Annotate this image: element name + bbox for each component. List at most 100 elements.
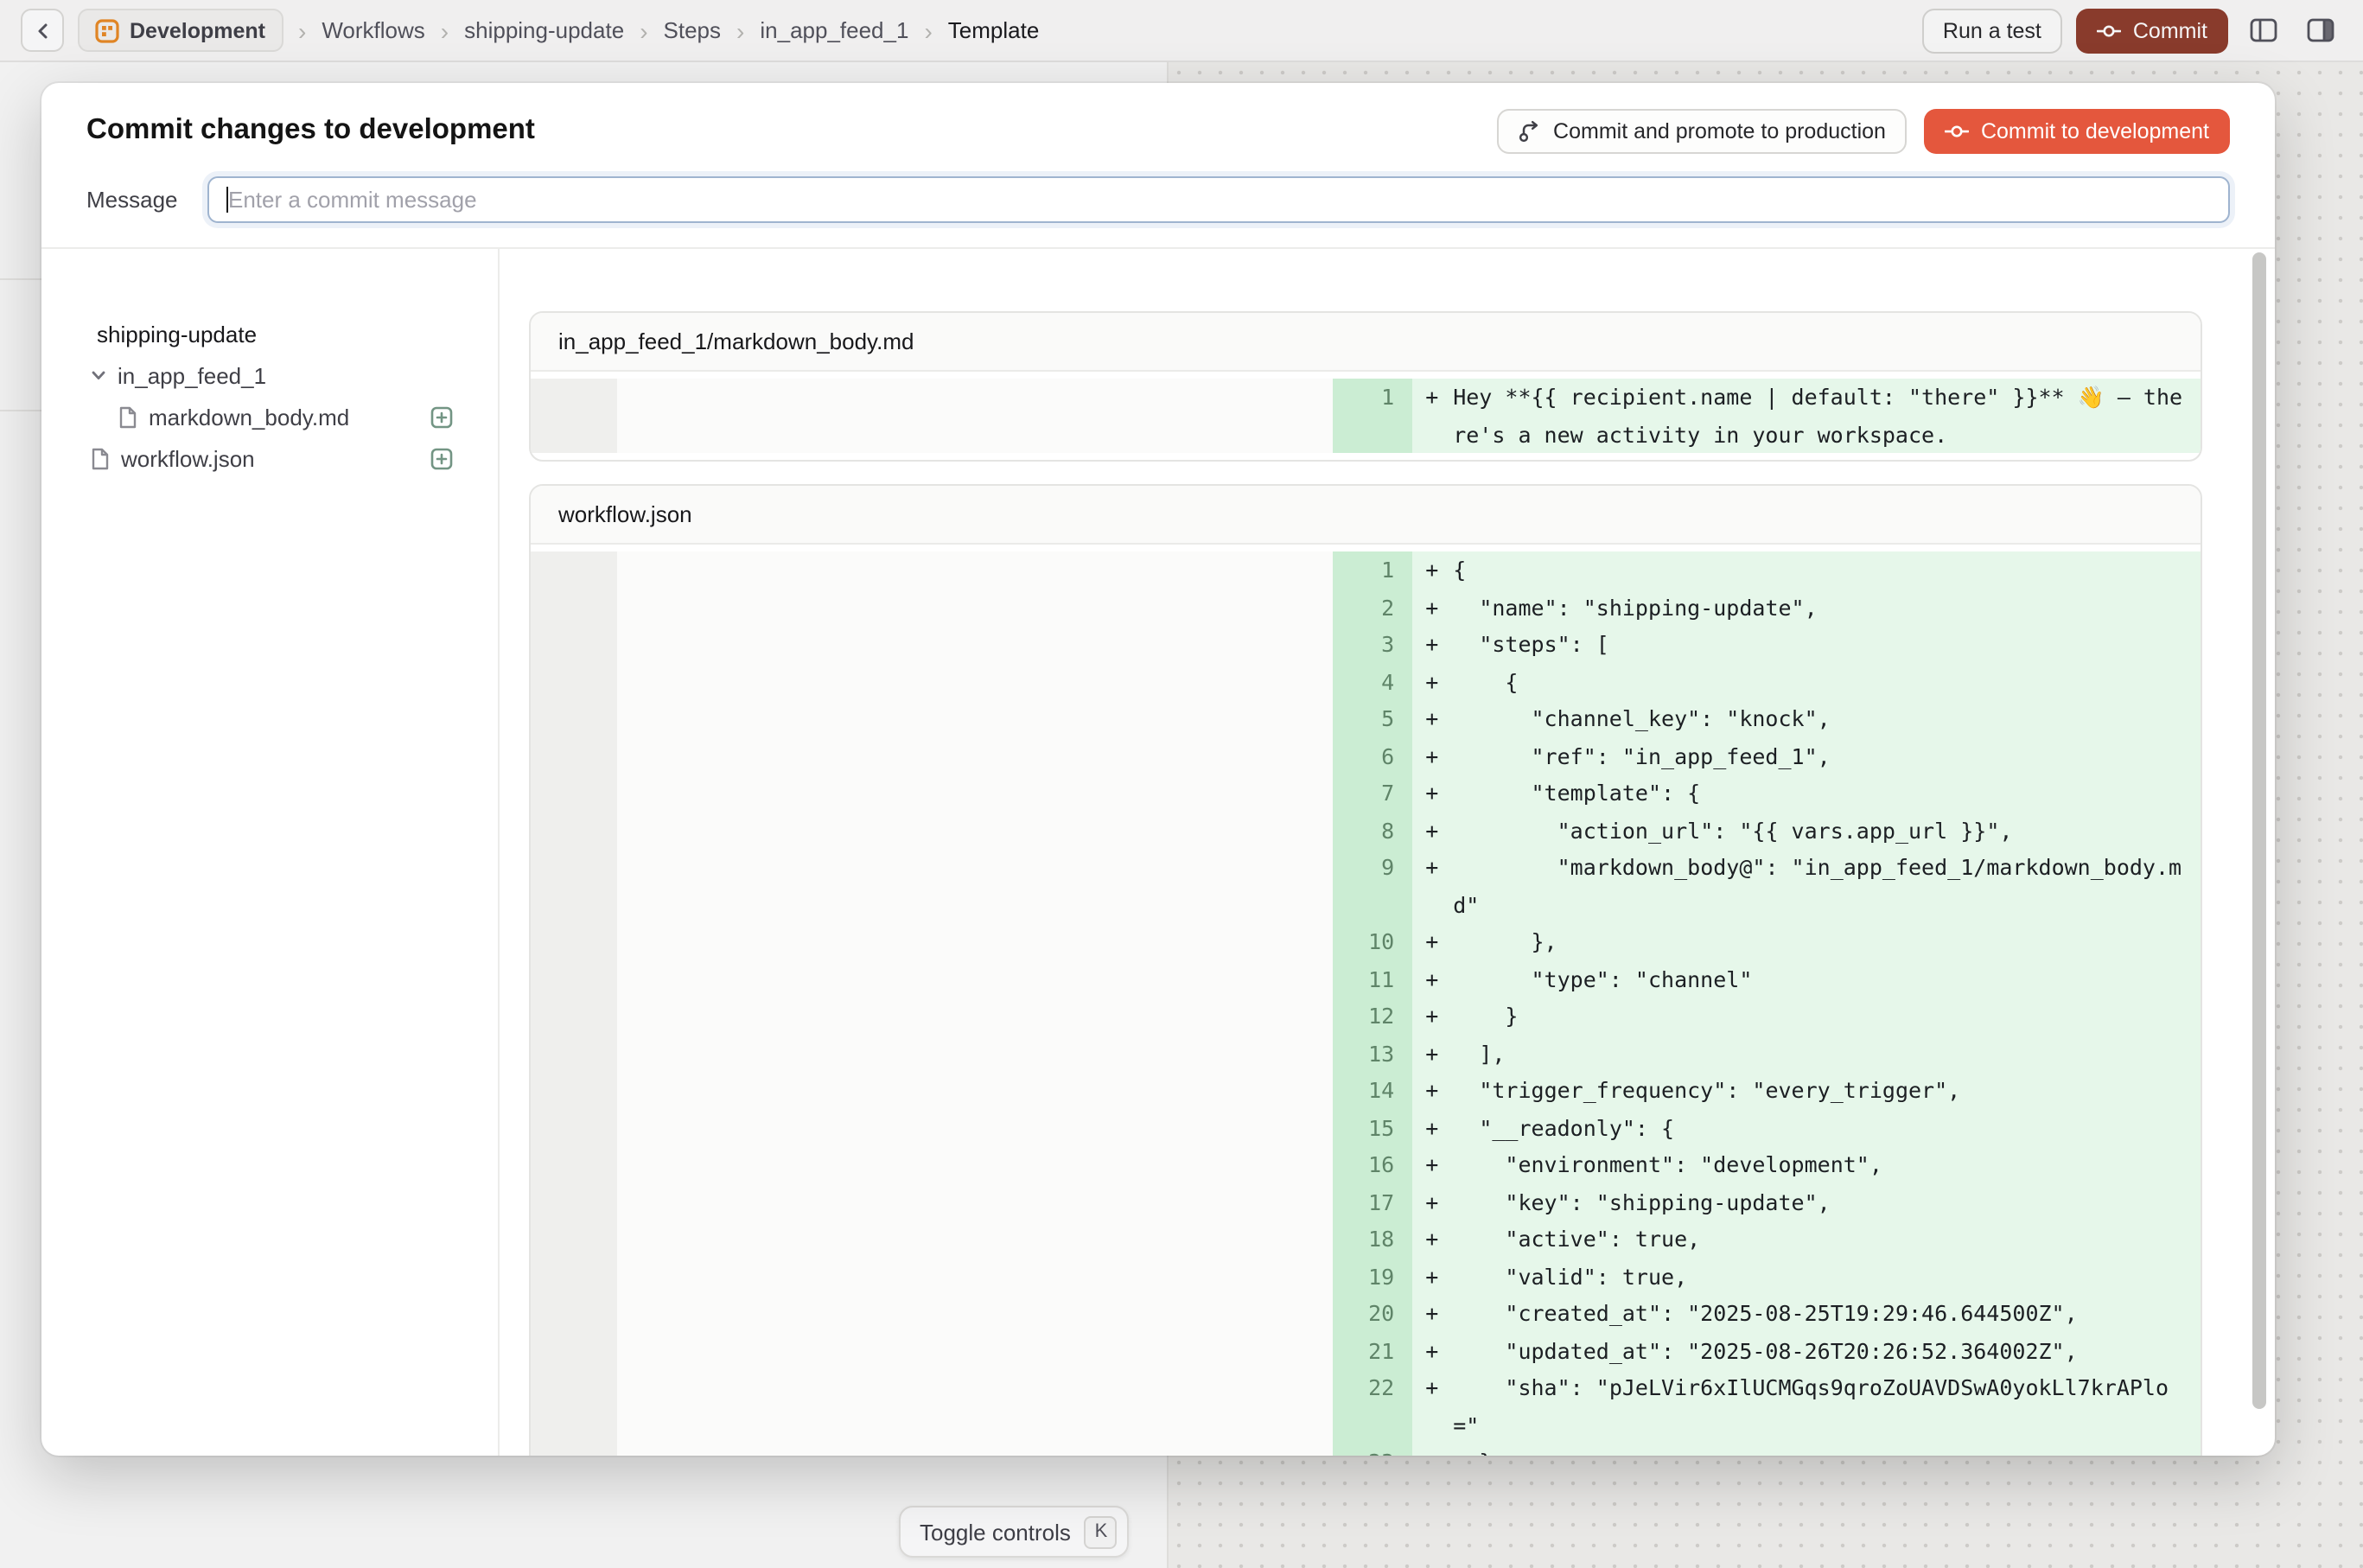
tree-folder-label: in_app_feed_1 [118,362,453,388]
new-line-content: + "steps": [ [1411,626,2201,663]
diff-add-sign: + [1425,551,1453,589]
tree-item-workflow-root[interactable]: shipping-update [41,313,498,354]
diff-add-sign: + [1425,379,1453,453]
diff-view: in_app_feed_1/markdown_body.md 1+Hey **{… [500,249,2275,1456]
new-line-content: + "ref": "in_app_feed_1", [1411,737,2201,774]
new-line-content: + { [1411,663,2201,700]
diff-line: 1+{ [531,551,2201,589]
changed-files-tree: shipping-update in_app_feed_1 markdown_b… [41,249,500,1456]
diff-line: 8+ "action_url": "{{ vars.app_url }}", [531,812,2201,849]
new-line-number: 22 [1332,1369,1411,1444]
old-line-gutter [531,812,617,849]
code-text: "active": true, [1453,1221,2183,1258]
new-line-content: + "created_at": "2025-08-25T19:29:46.644… [1411,1295,2201,1332]
diff-add-sign: + [1425,737,1453,774]
diff-line: 20+ "created_at": "2025-08-25T19:29:46.6… [531,1295,2201,1332]
old-line-gutter [531,551,617,589]
new-line-content: + "type": "channel" [1411,960,2201,998]
diff-add-sign: + [1425,998,1453,1035]
old-line-gutter [531,1146,617,1183]
diff-line: 5+ "channel_key": "knock", [531,700,2201,737]
diff-line: 13+ ], [531,1035,2201,1072]
old-line-content [617,551,1332,589]
diff-line: 6+ "ref": "in_app_feed_1", [531,737,2201,774]
commit-to-development-label: Commit to development [1981,118,2209,143]
old-line-content [617,812,1332,849]
commit-and-promote-button[interactable]: Commit and promote to production [1496,108,1907,153]
old-line-content [617,1258,1332,1295]
diff-line: 12+ } [531,998,2201,1035]
old-line-gutter [531,998,617,1035]
commit-to-development-button[interactable]: Commit to development [1924,108,2230,153]
old-line-gutter [531,700,617,737]
new-line-content: + "markdown_body@": "in_app_feed_1/markd… [1411,849,2201,923]
new-line-number: 6 [1332,737,1411,774]
commit-and-promote-label: Commit and promote to production [1553,118,1886,143]
code-text: "name": "shipping-update", [1453,589,2183,626]
code-text: ], [1453,1035,2183,1072]
diff-line: 18+ "active": true, [531,1221,2201,1258]
old-line-gutter [531,663,617,700]
diff-add-sign: + [1425,1332,1453,1369]
old-line-content [617,1295,1332,1332]
diff-line: 2+ "name": "shipping-update", [531,589,2201,626]
old-line-content [617,1072,1332,1109]
diff-line: 9+ "markdown_body@": "in_app_feed_1/mark… [531,849,2201,923]
new-line-content: + "sha": "pJeLVir6xIlUCMGqs9qroZoUAVDSwA… [1411,1369,2201,1444]
commit-modal: Commit changes to development Commit and… [41,83,2275,1456]
code-text: "key": "shipping-update", [1453,1183,2183,1221]
file-diff-panel: in_app_feed_1/markdown_body.md 1+Hey **{… [529,311,2202,462]
diff-line: 19+ "valid": true, [531,1258,2201,1295]
code-text: "created_at": "2025-08-25T19:29:46.64450… [1453,1295,2183,1332]
new-line-number: 15 [1332,1109,1411,1146]
diff-add-sign: + [1425,849,1453,923]
old-line-content [617,1146,1332,1183]
new-line-content: + } [1411,998,2201,1035]
app-stage: Toggle controls K Development › Workflow… [0,0,2363,1568]
chevron-down-icon [90,367,107,384]
new-line-content: + "environment": "development", [1411,1146,2201,1183]
new-line-number: 5 [1332,700,1411,737]
old-line-gutter [531,1183,617,1221]
old-line-content [617,1221,1332,1258]
file-diff-title: in_app_feed_1/markdown_body.md [531,313,2201,372]
code-text: "markdown_body@": "in_app_feed_1/markdow… [1453,849,2183,923]
new-line-content: + "trigger_frequency": "every_trigger", [1411,1072,2201,1109]
modal-scrollbar-thumb[interactable] [2252,252,2266,1409]
old-line-content [617,1183,1332,1221]
diff-add-sign: + [1425,1295,1453,1332]
old-line-gutter [531,1258,617,1295]
new-line-content: + "key": "shipping-update", [1411,1183,2201,1221]
diff-line: 14+ "trigger_frequency": "every_trigger"… [531,1072,2201,1109]
diff-add-sign: + [1425,1444,1453,1456]
new-line-number: 13 [1332,1035,1411,1072]
diff-added-icon [430,447,453,469]
tree-file-label: markdown_body.md [149,404,420,430]
old-line-content [617,774,1332,812]
old-line-gutter [531,589,617,626]
old-line-content [617,589,1332,626]
commit-message-input[interactable] [207,176,2230,223]
old-line-gutter [531,1332,617,1369]
new-line-number: 16 [1332,1146,1411,1183]
tree-file-label: workflow.json [121,445,420,471]
code-text: "trigger_frequency": "every_trigger", [1453,1072,2183,1109]
file-diff-title: workflow.json [531,486,2201,545]
diff-add-sign: + [1425,1183,1453,1221]
code-text: "ref": "in_app_feed_1", [1453,737,2183,774]
new-line-content: +{ [1411,551,2201,589]
old-line-content [617,379,1332,453]
new-line-content: +Hey **{{ recipient.name | default: "the… [1411,379,2201,453]
new-line-number: 4 [1332,663,1411,700]
new-line-number: 7 [1332,774,1411,812]
diff-line: 22+ "sha": "pJeLVir6xIlUCMGqs9qroZoUAVDS… [531,1369,2201,1444]
tree-item-markdown-body[interactable]: markdown_body.md [41,396,498,437]
tree-item-workflow-json[interactable]: workflow.json [41,437,498,479]
new-line-content: + ], [1411,1035,2201,1072]
code-text: "__readonly": { [1453,1109,2183,1146]
diff-line: 3+ "steps": [ [531,626,2201,663]
diff-line: 21+ "updated_at": "2025-08-26T20:26:52.3… [531,1332,2201,1369]
code-text: "steps": [ [1453,626,2183,663]
tree-item-folder[interactable]: in_app_feed_1 [41,354,498,396]
new-line-number: 17 [1332,1183,1411,1221]
